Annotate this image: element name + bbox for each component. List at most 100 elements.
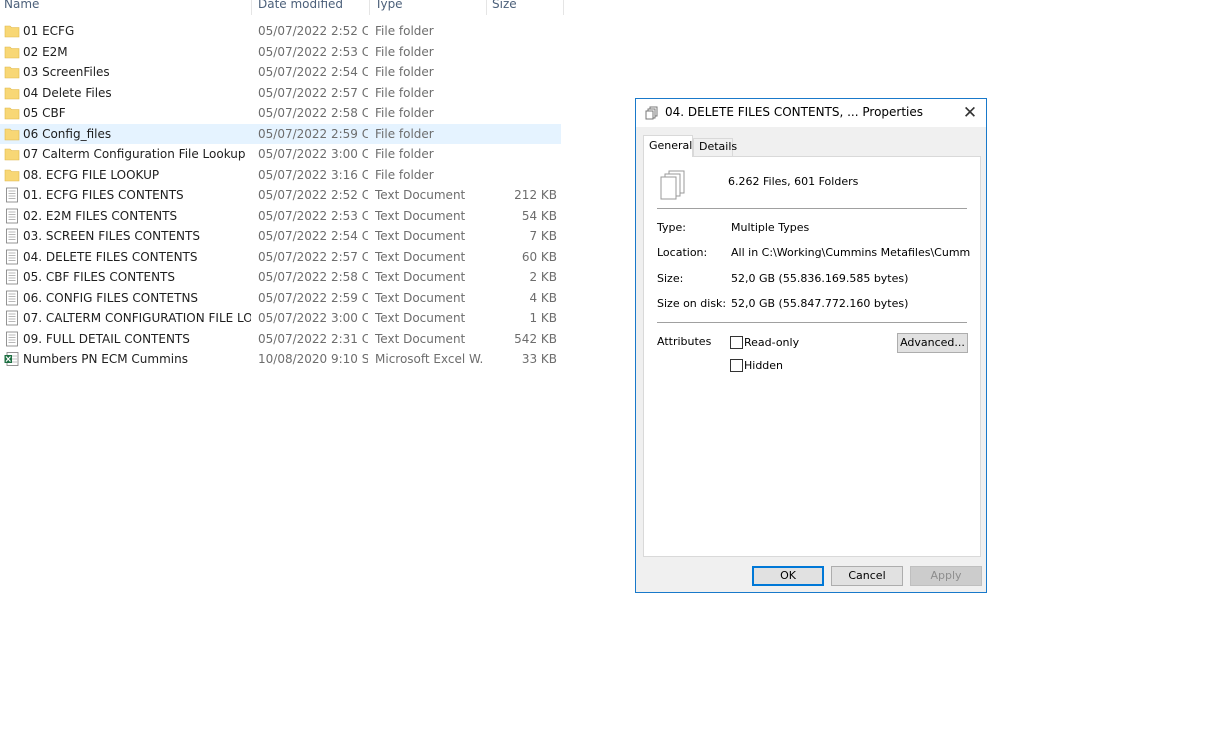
folder-icon	[4, 46, 20, 58]
size-value[interactable]: 52,0 GB (55.836.169.585 bytes)	[731, 272, 971, 285]
file-name: Numbers PN ECM Cummins	[23, 352, 188, 366]
file-name: 02. E2M FILES CONTENTS	[23, 208, 178, 223]
file-type: Text Document	[375, 229, 466, 243]
file-row[interactable]: Numbers PN ECM Cummins 10/08/2020 9:10 SA…	[0, 349, 561, 369]
size-on-disk-value[interactable]: 52,0 GB (55.847.772.160 bytes)	[731, 297, 971, 310]
files-folders-count: 6.262 Files, 601 Folders	[728, 175, 859, 188]
file-name: 06 Config_files	[23, 126, 112, 141]
file-type: File folder	[375, 65, 434, 79]
readonly-label[interactable]: Read-only	[744, 336, 799, 349]
close-icon: ✕	[962, 103, 978, 123]
column-divider[interactable]	[369, 0, 370, 15]
file-type: File folder	[375, 167, 434, 182]
column-header-date[interactable]: Date modified	[258, 0, 343, 12]
file-row[interactable]: 05 CBF 05/07/2022 2:58 CH File folder	[0, 103, 561, 123]
file-size: 542 KB	[514, 331, 557, 346]
ok-button[interactable]: OK	[752, 566, 824, 586]
file-name: 04. DELETE FILES CONTENTS	[23, 249, 198, 264]
file-row[interactable]: 08. ECFG FILE LOOKUP 05/07/2022 3:16 CH Fi…	[0, 165, 561, 185]
file-size: 7 KB	[529, 229, 557, 243]
dialog-title: 04. DELETE FILES CONTENTS, ... Propertie…	[665, 105, 924, 119]
file-name: 03. SCREEN FILES CONTENTS	[23, 229, 200, 243]
multiple-files-icon	[660, 170, 685, 200]
advanced-button[interactable]: Advanced...	[897, 333, 968, 353]
size-on-disk-label: Size on disk:	[657, 297, 727, 310]
column-header-type[interactable]: Type	[375, 0, 403, 12]
column-divider[interactable]	[486, 0, 487, 15]
close-button[interactable]: ✕	[954, 99, 986, 127]
file-name: 04 Delete Files	[23, 85, 112, 100]
file-name: 07 Calterm Configuration File Lookup	[23, 147, 246, 161]
file-type: Text Document	[375, 290, 466, 305]
text-document-icon	[6, 331, 18, 346]
file-row[interactable]: 07 Calterm Configuration File Lookup 05/0…	[0, 144, 561, 164]
file-size: 60 KB	[521, 249, 557, 264]
file-type: Microsoft Excel W...	[375, 352, 483, 366]
file-name: 06. CONFIG FILES CONTETNS	[23, 290, 199, 305]
column-header-row: Name Date modified Type Size	[0, 0, 565, 15]
file-date-modified: 05/07/2022 2:59 CH	[258, 126, 368, 141]
file-row[interactable]: 03 ScreenFiles 05/07/2022 2:54 CH File fol…	[0, 62, 561, 82]
file-name: 05. CBF FILES CONTENTS	[23, 270, 176, 284]
file-row[interactable]: 06 Config_files 05/07/2022 2:59 CH File fo…	[0, 123, 561, 144]
file-type: File folder	[375, 147, 434, 161]
file-row[interactable]: 04 Delete Files 05/07/2022 2:57 CH File fo…	[0, 83, 561, 103]
apply-button[interactable]: Apply	[910, 566, 982, 586]
file-date-modified: 05/07/2022 2:54 CH	[258, 65, 368, 79]
location-value[interactable]: All in C:\Working\Cummins Metafiles\Cumm…	[731, 246, 971, 259]
folder-icon	[4, 25, 20, 38]
file-row[interactable]: 02 E2M 05/07/2022 2:53 CH File folder	[0, 42, 561, 62]
file-row[interactable]: 07. CALTERM CONFIGURATION FILE LOO... 05/…	[0, 308, 561, 328]
file-date-modified: 05/07/2022 3:00 CH	[258, 311, 368, 325]
column-header-size[interactable]: Size	[492, 0, 517, 12]
file-date-modified: 10/08/2020 9:10 SA	[258, 352, 368, 366]
divider	[657, 322, 967, 323]
file-row[interactable]: 03. SCREEN FILES CONTENTS 05/07/2022 2:54…	[0, 226, 561, 246]
file-row[interactable]: 02. E2M FILES CONTENTS 05/07/2022 2:53 CH…	[0, 206, 561, 226]
cancel-button[interactable]: Cancel	[831, 566, 903, 586]
general-panel: 6.262 Files, 601 Folders Type: Multiple …	[643, 156, 981, 557]
file-date-modified: 05/07/2022 2:31 CH	[258, 331, 368, 346]
text-document-icon	[6, 228, 18, 244]
file-row[interactable]: 04. DELETE FILES CONTENTS 05/07/2022 2:57…	[0, 247, 561, 267]
folder-icon	[4, 128, 20, 140]
column-divider[interactable]	[251, 0, 252, 15]
file-type: Text Document	[375, 188, 466, 202]
file-size: 1 KB	[529, 311, 557, 325]
file-date-modified: 05/07/2022 2:53 CH	[258, 208, 368, 223]
file-row[interactable]: 01. ECFG FILES CONTENTS 05/07/2022 2:52 C…	[0, 185, 561, 205]
dialog-titlebar[interactable]: 04. DELETE FILES CONTENTS, ... Propertie…	[636, 99, 986, 127]
file-name: 03 ScreenFiles	[23, 65, 110, 79]
file-row[interactable]: 01 ECFG 05/07/2022 2:52 CH File folder	[0, 21, 561, 41]
file-name: 09. FULL DETAIL CONTENTS	[23, 331, 190, 346]
tab-general[interactable]: General	[643, 135, 693, 157]
hidden-label[interactable]: Hidden	[744, 359, 783, 372]
file-row[interactable]: 05. CBF FILES CONTENTS 05/07/2022 2:58 CH…	[0, 267, 561, 287]
file-type: File folder	[375, 85, 434, 100]
readonly-checkbox[interactable]	[730, 336, 743, 349]
column-header-name[interactable]: Name	[4, 0, 39, 12]
file-row[interactable]: 06. CONFIG FILES CONTETNS 05/07/2022 2:59…	[0, 288, 561, 308]
properties-dialog: 04. DELETE FILES CONTENTS, ... Propertie…	[635, 98, 987, 593]
file-name: 05 CBF	[23, 106, 66, 120]
file-type: File folder	[375, 126, 434, 141]
type-value[interactable]: Multiple Types	[731, 221, 971, 234]
column-divider[interactable]	[563, 0, 564, 15]
file-type: Text Document	[375, 331, 466, 346]
hidden-checkbox[interactable]	[730, 359, 743, 372]
file-type: Text Document	[375, 249, 466, 264]
file-date-modified: 05/07/2022 2:53 CH	[258, 44, 368, 59]
divider	[657, 208, 967, 209]
file-date-modified: 05/07/2022 2:58 CH	[258, 106, 368, 120]
multiple-files-icon	[645, 106, 658, 120]
file-row[interactable]: 09. FULL DETAIL CONTENTS 05/07/2022 2:31 …	[0, 329, 561, 349]
text-document-icon	[6, 208, 18, 223]
tab-details[interactable]: Details	[693, 138, 737, 156]
folder-icon	[4, 87, 20, 99]
folder-icon	[4, 148, 20, 161]
file-size: 33 KB	[521, 352, 557, 366]
file-list: Name Date modified Type Size 01 ECFG 05/0…	[0, 0, 565, 380]
text-document-icon	[6, 290, 18, 305]
excel-icon	[4, 352, 19, 366]
folder-icon	[4, 107, 20, 120]
